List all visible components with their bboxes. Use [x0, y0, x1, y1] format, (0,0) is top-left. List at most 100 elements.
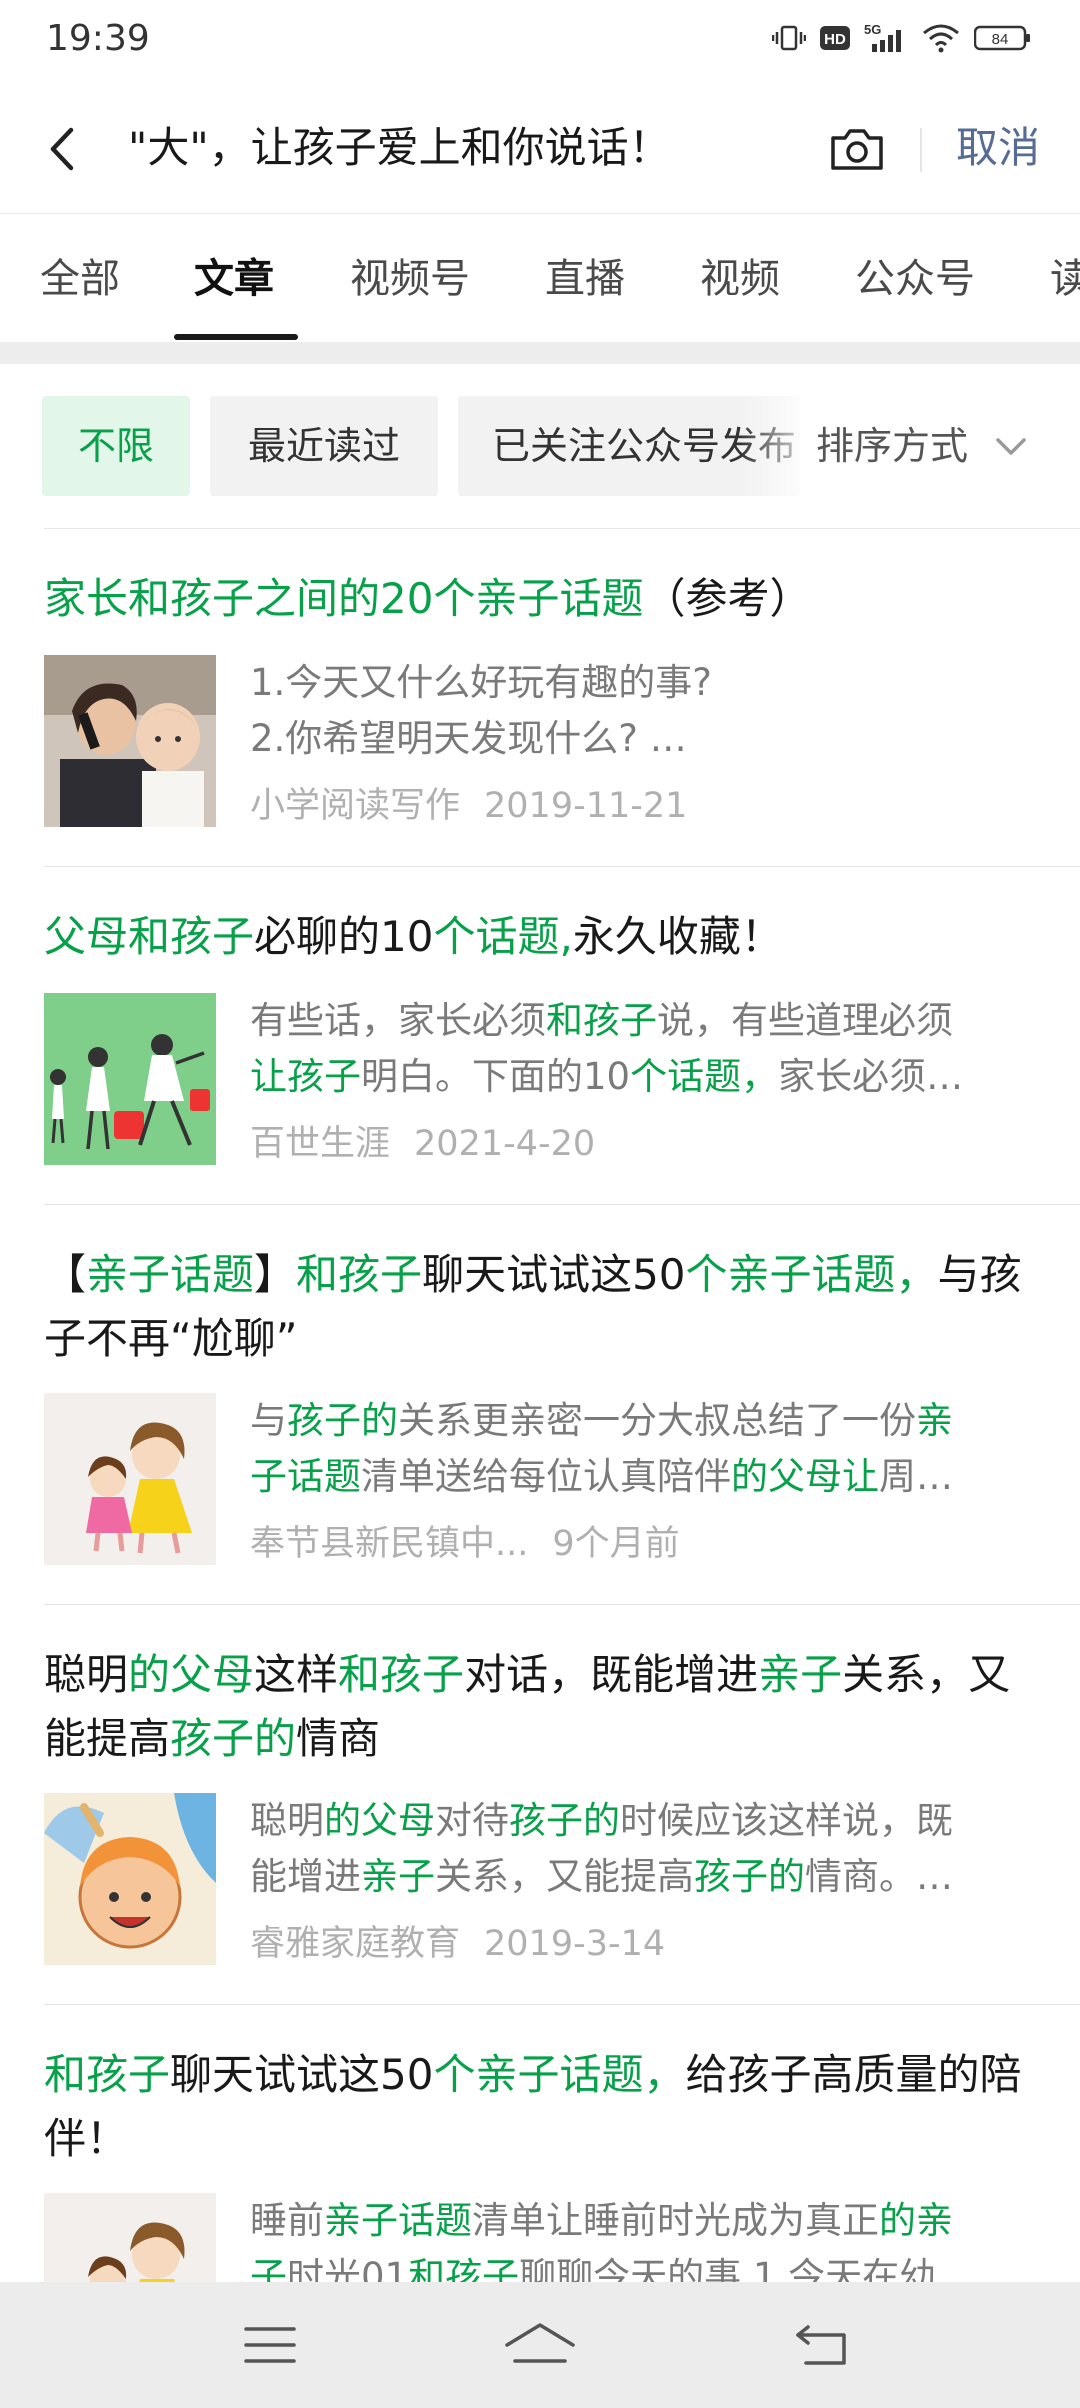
header-divider: [920, 128, 922, 172]
snippet-text: 关系更亲密一分大叔总结了一份: [398, 1399, 916, 1442]
result-snippet: 有些话，家长必须和孩子说，有些道理必须让孩子明白。下面的10个话题，家长必须…: [250, 993, 1066, 1105]
highlighted-keyword: 的父母: [128, 1650, 255, 1699]
snippet-line: 睡前亲子话题清单让睡前时光成为真正的亲: [250, 2193, 1066, 2249]
result-meta: 睿雅家庭教育 2019-3-14: [250, 1919, 665, 1969]
result-item[interactable]: 【亲子话题】和孩子聊天试试这50个亲子话题，与孩子不再“尬聊” 与孩子的关系更亲…: [44, 1204, 1080, 1604]
highlighted-keyword: 孩子的: [287, 1399, 398, 1442]
back-button[interactable]: [28, 114, 98, 184]
highlighted-keyword: 孩子的: [170, 1714, 297, 1763]
tab-official-accounts[interactable]: 公众号: [855, 254, 975, 304]
filter-recently-read[interactable]: 最近读过: [210, 396, 438, 496]
result-meta: 小学阅读写作 2019-11-21: [250, 781, 687, 831]
snippet-text: 与: [250, 1399, 287, 1442]
result-title[interactable]: 聪明的父母这样和孩子对话，既能增进亲子关系，又能提高孩子的情商: [44, 1643, 1044, 1771]
highlighted-keyword: 和孩子: [44, 2050, 171, 2099]
snippet-text: 周…: [879, 1455, 953, 1498]
snippet-text: 清单送给每位认真陪伴: [361, 1455, 731, 1498]
snippet-line: 1.今天又什么好玩有趣的事?: [250, 655, 1066, 711]
mother-and-baby-photo: [44, 655, 216, 827]
result-date: 2019-3-14: [484, 1924, 666, 1964]
snippet-text: 2.你希望明天发现什么? …: [250, 717, 687, 760]
snippet-line: 让孩子明白。下面的10个话题，家长必须…: [250, 1049, 1066, 1105]
snippet-text: 1.今天又什么好玩有趣的事?: [250, 661, 712, 704]
highlighted-keyword: 的父母让: [731, 1455, 879, 1498]
highlighted-keyword: 父母和孩子: [44, 912, 255, 961]
tab-articles[interactable]: 文章: [194, 254, 274, 304]
system-nav-bar: [0, 2282, 1080, 2408]
search-input[interactable]: "大"，让孩子爱上和你说话！: [128, 116, 808, 180]
snippet-text: 说，有些道理必须: [657, 999, 953, 1042]
wechat-search-screen: 19:39 HD 5G 84 "大"，让孩子爱上和你说话！ 取消 全部 文章 视…: [0, 0, 1080, 2408]
result-snippet: 聪明的父母对待孩子的时候应该这样说，既 能增进亲子关系，又能提高孩子的情商。…: [250, 1793, 1066, 1905]
nav-back-button[interactable]: [784, 2310, 864, 2380]
snippet-text: 清单让睡前时光成为真正: [472, 2199, 879, 2242]
highlighted-keyword: 个话题,: [433, 912, 573, 961]
nav-home-button[interactable]: [500, 2310, 580, 2380]
two-girls-cartoon: [44, 1393, 216, 1565]
title-text: 必聊的10: [254, 912, 434, 961]
back-arrow-icon: [50, 127, 74, 171]
chevron-down-icon: [996, 438, 1026, 455]
result-title[interactable]: 【亲子话题】和孩子聊天试试这50个亲子话题，与孩子不再“尬聊”: [44, 1243, 1044, 1371]
highlighted-keyword: 的亲: [879, 2199, 953, 2242]
snippet-text: 有些话，家长必须: [250, 999, 546, 1042]
result-item[interactable]: 家长和孩子之间的20个亲子话题（参考） 1.今天又什么好玩有趣的事? 2.你希望明…: [44, 528, 1080, 866]
snippet-line: 子话题清单送给每位认真陪伴的父母让周…: [250, 1449, 1066, 1505]
result-source[interactable]: 小学阅读写作: [250, 786, 460, 826]
section-divider: [0, 342, 1080, 364]
cancel-button[interactable]: 取消: [956, 116, 1040, 180]
result-snippet: 1.今天又什么好玩有趣的事? 2.你希望明天发现什么? …: [250, 655, 1066, 767]
title-text: 聊天试试这50: [170, 2050, 434, 2099]
svg-text:5G: 5G: [864, 22, 881, 37]
result-snippet: 与孩子的关系更亲密一分大叔总结了一份亲 子话题清单送给每位认真陪伴的父母让周…: [250, 1393, 1066, 1505]
snippet-text: 聪明: [250, 1799, 324, 1842]
snippet-line: 与孩子的关系更亲密一分大叔总结了一份亲: [250, 1393, 1066, 1449]
filter-unlimited[interactable]: 不限: [42, 396, 190, 496]
active-tab-indicator: [174, 334, 298, 340]
tab-all[interactable]: 全部: [40, 254, 120, 304]
highlighted-keyword: 的父母: [324, 1799, 435, 1842]
highlighted-keyword: 亲子话题: [86, 1250, 255, 1299]
result-title[interactable]: 家长和孩子之间的20个亲子话题（参考）: [44, 567, 1044, 631]
tab-videos[interactable]: 视频: [700, 254, 780, 304]
status-bar: 19:39 HD 5G 84: [0, 0, 1080, 84]
svg-text:HD: HD: [824, 31, 846, 48]
highlighted-keyword: 子话题: [250, 1455, 361, 1498]
result-item[interactable]: 父母和孩子必聊的10个话题,永久收藏！ 有些话，家长必须和孩子说，有些道理必须让…: [44, 866, 1080, 1204]
sort-dropdown[interactable]: 排序方式: [816, 396, 1080, 496]
result-title[interactable]: 和孩子聊天试试这50个亲子话题，给孩子高质量的陪伴！: [44, 2043, 1044, 2171]
highlighted-keyword: 家长和孩子之间的20个亲子话题: [44, 574, 644, 623]
snippet-line: 2.你希望明天发现什么? …: [250, 711, 1066, 767]
title-text: 】: [254, 1250, 297, 1299]
snippet-text: 能增进: [250, 1855, 361, 1898]
tab-channels[interactable]: 视频号: [350, 254, 470, 304]
result-source[interactable]: 百世生涯: [250, 1124, 390, 1164]
highlighted-keyword: 和孩子: [296, 1250, 423, 1299]
result-title[interactable]: 父母和孩子必聊的10个话题,永久收藏！: [44, 905, 1044, 969]
highlighted-keyword: 和孩子: [546, 999, 657, 1042]
tab-read[interactable]: 读: [1050, 254, 1080, 304]
highlighted-keyword: 个亲子话题，: [685, 1250, 938, 1299]
signal-5g-icon: 5G: [864, 22, 908, 54]
camera-icon: [831, 129, 883, 170]
family-walking-illustration: [44, 993, 216, 1165]
camera-button[interactable]: [822, 114, 892, 184]
title-text: 情商: [296, 1714, 381, 1763]
status-icons: HD 5G 84: [772, 22, 1032, 54]
result-source[interactable]: 睿雅家庭教育: [250, 1924, 460, 1964]
back-icon: [796, 2325, 846, 2365]
hd-icon: HD: [820, 24, 850, 52]
battery-level: 84: [992, 31, 1009, 48]
highlighted-keyword: 和孩子: [338, 1650, 465, 1699]
highlighted-keyword: 个话题，: [630, 1055, 779, 1098]
result-item[interactable]: 聪明的父母这样和孩子对话，既能增进亲子关系，又能提高孩子的情商 聪明的父母对待孩…: [44, 1604, 1080, 2004]
title-text: 对话，既能增进: [464, 1650, 759, 1699]
result-meta: 百世生涯 2021-4-20: [250, 1119, 595, 1169]
title-text: 这样: [254, 1650, 339, 1699]
result-date: 2019-11-21: [484, 786, 688, 826]
nav-menu-button[interactable]: [230, 2310, 310, 2380]
result-date: 2021-4-20: [414, 1124, 596, 1164]
snippet-line: 聪明的父母对待孩子的时候应该这样说，既: [250, 1793, 1066, 1849]
tab-live[interactable]: 直播: [545, 254, 625, 304]
result-source[interactable]: 奉节县新民镇中...: [250, 1524, 528, 1564]
